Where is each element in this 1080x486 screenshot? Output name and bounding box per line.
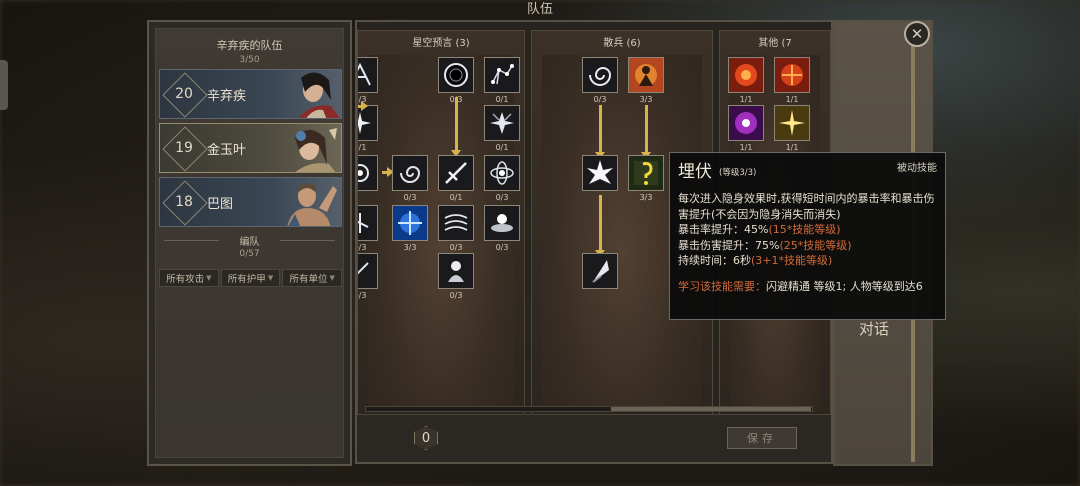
arrow-down [451, 97, 461, 157]
arrow-down [641, 105, 651, 159]
hero-level-badge: 19 [164, 127, 204, 169]
lightning-skill-icon[interactable] [392, 205, 428, 241]
close-icon[interactable]: ✕ [904, 21, 930, 47]
tooltip-stat: 暴击率提升：45%(15*技能等级) [678, 223, 841, 236]
hero-level-badge: 18 [164, 181, 204, 223]
constellation-skill-icon[interactable] [484, 57, 520, 93]
skill-icon[interactable] [358, 253, 378, 289]
arrow-right [358, 101, 368, 111]
tooltip-type: 被动技能 [897, 163, 937, 174]
skill-icon[interactable] [358, 155, 378, 191]
tooltip-requirement: 学习该技能需要：闪避精通 等级1; 人物等级到达6 [678, 279, 923, 293]
ambush-skill-icon[interactable] [628, 155, 664, 191]
filter-attack-select[interactable]: 所有攻击 ▼ [159, 269, 219, 287]
warrior-skill-icon[interactable] [628, 57, 664, 93]
filter-armor-select[interactable]: 所有护甲 ▼ [220, 269, 281, 287]
vortex-skill-icon[interactable] [582, 57, 618, 93]
fire-skill-icon[interactable] [774, 57, 810, 93]
shard-skill-icon[interactable] [484, 105, 520, 141]
talk-button[interactable]: 对话 [859, 318, 889, 339]
chevron-down-icon: ▼ [329, 274, 335, 282]
tooltip-stat: 持续时间：6秒(3+1*技能等级) [678, 254, 833, 267]
skill-points-badge: 0 [413, 425, 439, 451]
orbit-skill-icon[interactable] [484, 155, 520, 191]
spirit-skill-icon[interactable] [438, 253, 474, 289]
chevron-down-icon: ▼ [206, 274, 212, 282]
black-hole-skill-icon[interactable] [438, 57, 474, 93]
tooltip-level: (等级3/3) [719, 168, 757, 178]
scroll-thumb[interactable] [611, 407, 811, 411]
fire-skill-icon[interactable] [728, 57, 764, 93]
column-title: 散兵 (6) [603, 38, 641, 49]
hero-portrait [287, 183, 337, 226]
tree-bottom-bar: 0 保存 [357, 414, 831, 462]
tooltip-body: 每次进入隐身效果时,获得短时间内的暴击率和暴击伤害提升(不会因为隐身消失而消失)… [678, 191, 940, 294]
arrow-down [595, 195, 605, 257]
hero-portrait [295, 128, 337, 172]
window-title: 队伍 [526, 2, 553, 17]
tooltip-stat: 暴击伤害提升：75%(25*技能等级) [678, 238, 852, 252]
column-title: 星空预言 (3) [412, 38, 470, 49]
tooltip-title: 埋伏 [678, 162, 712, 182]
party-inner: 辛弃疾的队伍 3/50 20 辛弃疾 19 金玉叶 18 巴图 编队 0/57 … [155, 28, 344, 458]
wind-skill-icon[interactable] [438, 205, 474, 241]
skill-icon[interactable] [358, 57, 378, 93]
party-title: 辛弃疾的队伍 [216, 39, 283, 52]
arrow-right [382, 167, 394, 177]
column-title: 其他 (7 [758, 38, 792, 49]
arrow-down [595, 105, 605, 159]
blade-skill-icon[interactable] [582, 253, 618, 289]
tree-column-1: 星空预言 (3) 0/3 0/3 0/1 0/1 0/1 0/3 0/1 0/3… [357, 30, 525, 422]
formation-count: 0/57 [239, 249, 260, 259]
burst-skill-icon[interactable] [582, 155, 618, 191]
save-button[interactable]: 保存 [727, 427, 797, 449]
filter-unit-select[interactable]: 所有单位 ▼ [282, 269, 343, 287]
hero-card-3[interactable]: 18 巴图 [159, 177, 342, 227]
formation-title: 编队 [156, 233, 343, 248]
filter-row: 所有攻击 ▼ 所有护甲 ▼ 所有单位 ▼ [159, 269, 343, 287]
hero-portrait [298, 72, 340, 118]
moon-skill-icon[interactable] [484, 205, 520, 241]
hero-card-2[interactable]: 19 金玉叶 [159, 123, 342, 173]
hero-level-badge: 20 [164, 73, 204, 115]
swirl-skill-icon[interactable] [392, 155, 428, 191]
hero-card-1[interactable]: 20 辛弃疾 [159, 69, 342, 119]
flash-skill-icon[interactable] [774, 105, 810, 141]
skill-tooltip: 埋伏 (等级3/3) 被动技能 每次进入隐身效果时,获得短时间内的暴击率和暴击伤… [669, 152, 946, 320]
hero-name: 辛弃疾 [207, 89, 247, 104]
chevron-down-icon: ▼ [267, 274, 274, 282]
slash-skill-icon[interactable] [438, 155, 474, 191]
party-panel: 辛弃疾的队伍 3/50 20 辛弃疾 19 金玉叶 18 巴图 编队 0/57 … [147, 20, 352, 466]
arcane-skill-icon[interactable] [728, 105, 764, 141]
side-handle[interactable] [0, 60, 8, 110]
tooltip-description: 每次进入隐身效果时,获得短时间内的暴击率和暴击伤害提升(不会因为隐身消失而消失) [678, 192, 935, 221]
party-count: 3/50 [239, 55, 260, 65]
horizontal-scrollbar[interactable] [365, 406, 813, 412]
hero-name: 金玉叶 [207, 143, 247, 158]
hero-name: 巴图 [207, 197, 234, 212]
skill-icon[interactable] [358, 205, 378, 241]
